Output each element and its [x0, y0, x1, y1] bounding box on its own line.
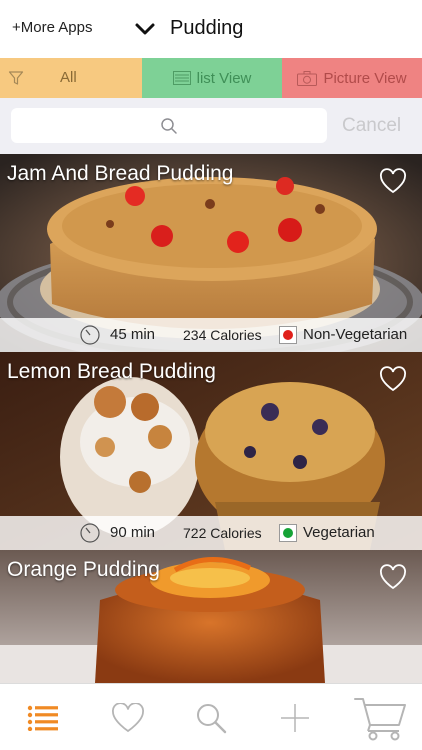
plus-icon	[281, 703, 309, 732]
picture-view-label: Picture View	[323, 69, 407, 87]
tab-add[interactable]	[270, 684, 320, 750]
recipe-card[interactable]: Orange Pudding	[0, 550, 422, 683]
chevron-down-icon	[135, 23, 155, 34]
heart-icon[interactable]	[379, 564, 407, 590]
category-selector[interactable]: Pudding	[134, 17, 243, 40]
timer-icon	[80, 325, 100, 345]
recipe-time: 90 min	[110, 524, 156, 541]
recipe-type: Vegetarian	[303, 524, 375, 541]
tab-cart[interactable]	[350, 684, 410, 750]
camera-icon	[297, 70, 318, 86]
list-view-icon	[172, 71, 191, 85]
recipe-info-bar: 45 min 234 Calories Non-Vegetarian	[0, 318, 422, 352]
recipe-card[interactable]: Lemon Bread Pudding 90 min 722 Calories …	[0, 352, 422, 550]
tab-list[interactable]	[18, 684, 68, 750]
funnel-icon	[8, 71, 24, 85]
cart-icon	[354, 697, 406, 740]
filter-all-button[interactable]: All	[0, 58, 142, 98]
tab-search[interactable]	[186, 684, 236, 750]
list-view-button[interactable]: list View	[142, 58, 282, 98]
tab-favorites[interactable]	[103, 684, 153, 750]
veg-indicator-icon	[279, 524, 297, 542]
recipe-name: Lemon Bread Pudding	[7, 360, 216, 383]
recipe-name: Orange Pudding	[7, 558, 160, 581]
search-icon	[197, 703, 227, 733]
page-title: Pudding	[170, 17, 244, 39]
heart-icon[interactable]	[379, 366, 407, 392]
list-icon	[27, 705, 58, 731]
recipe-type: Non-Vegetarian	[303, 326, 408, 343]
timer-icon	[80, 523, 100, 543]
recipe-card[interactable]: Jam And Bread Pudding 45 min 234 Calorie…	[0, 154, 422, 352]
app-header: +More Apps Pudding	[0, 0, 422, 58]
recipe-time: 45 min	[110, 326, 156, 343]
search-icon	[161, 117, 177, 134]
bottom-tab-bar	[0, 683, 422, 750]
recipe-info-bar: 90 min 722 Calories Vegetarian	[0, 516, 422, 550]
filter-all-label: All	[60, 69, 77, 86]
list-view-label: list View	[196, 69, 252, 87]
picture-view-button[interactable]: Picture View	[282, 58, 422, 98]
heart-icon	[112, 702, 144, 732]
more-apps-link[interactable]: +More Apps	[12, 19, 92, 36]
search-input[interactable]	[11, 108, 327, 143]
recipe-name: Jam And Bread Pudding	[7, 162, 234, 185]
non-veg-indicator-icon	[279, 326, 297, 344]
search-bar: Cancel	[0, 98, 422, 154]
recipe-calories: 722 Calories	[183, 525, 262, 541]
recipe-calories: 234 Calories	[183, 327, 262, 343]
cancel-button[interactable]: Cancel	[342, 115, 401, 137]
heart-icon[interactable]	[379, 168, 407, 194]
filter-bar: All list View Picture View	[0, 58, 422, 98]
